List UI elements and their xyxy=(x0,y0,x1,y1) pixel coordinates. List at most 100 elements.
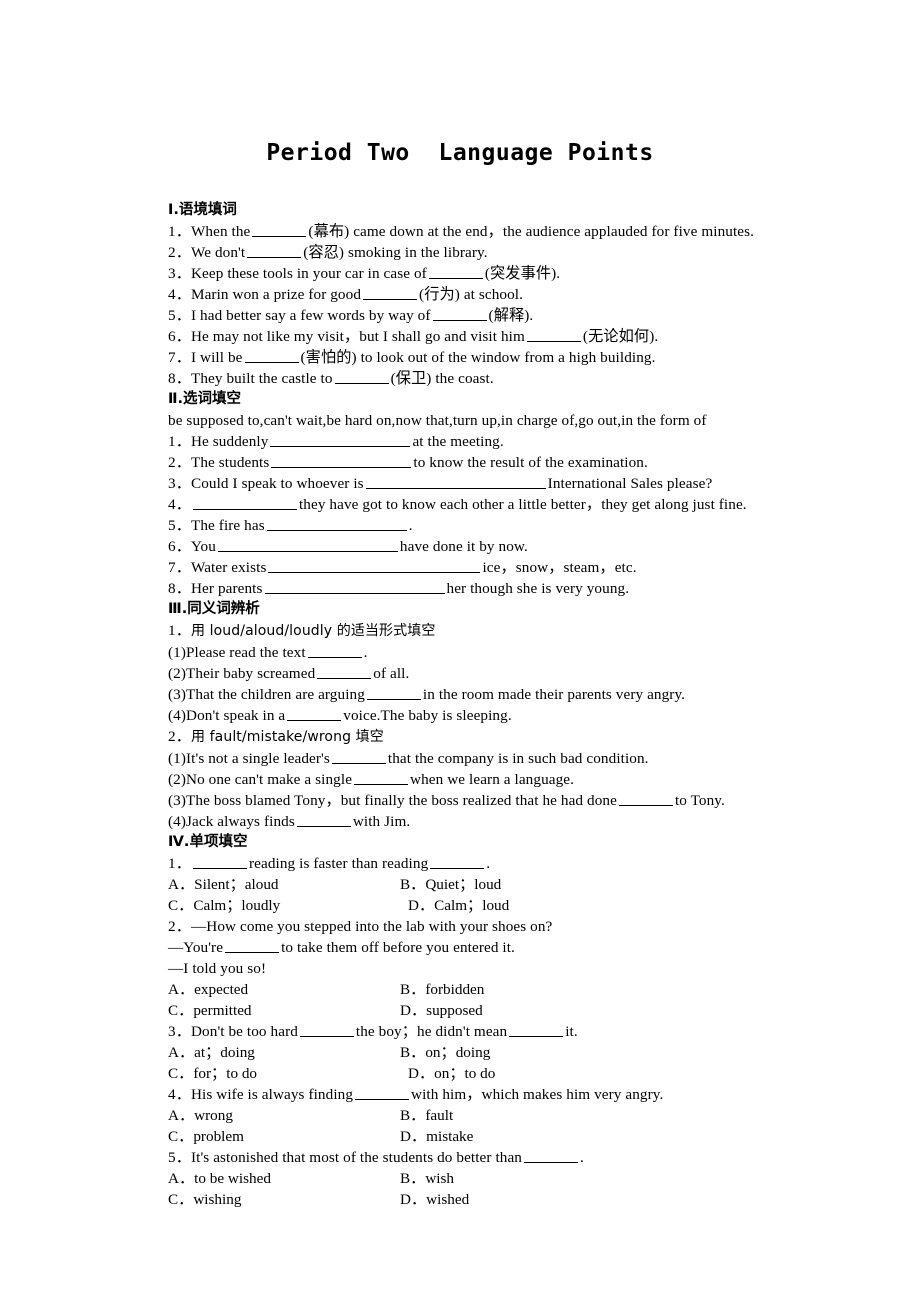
answer-blank[interactable] xyxy=(618,791,673,807)
answer-blank[interactable] xyxy=(271,453,412,469)
answer-blank[interactable] xyxy=(354,770,409,786)
answer-blank[interactable] xyxy=(363,285,418,301)
answer-blank[interactable] xyxy=(366,685,421,701)
mcq-option-b[interactable]: B．on；doing xyxy=(400,1042,490,1063)
mcq-option-a[interactable]: A．wrong xyxy=(168,1105,233,1126)
answer-blank[interactable] xyxy=(225,938,280,954)
answer-blank[interactable] xyxy=(192,854,247,870)
mcq-option-c[interactable]: C．for；to do xyxy=(168,1063,257,1084)
item-number: (2) xyxy=(168,771,187,788)
answer-blank[interactable] xyxy=(509,1022,564,1038)
mcq-option-d[interactable]: D．supposed xyxy=(400,1000,483,1021)
answer-blank[interactable] xyxy=(296,812,351,828)
mcq-option-a[interactable]: A．at；doing xyxy=(168,1042,255,1063)
question-item: 8．They built the castle to (保卫) the coast… xyxy=(168,368,768,389)
subsection-prompt: 1．用 loud/aloud/loudly 的适当形式填空 xyxy=(168,620,768,642)
answer-blank[interactable] xyxy=(247,243,302,259)
item-text-pre: He suddenly xyxy=(190,433,269,450)
item-text-post: voice.The baby is sleeping. xyxy=(343,707,512,724)
answer-blank[interactable] xyxy=(252,222,307,238)
answer-blank[interactable] xyxy=(192,495,297,511)
answer-blank[interactable] xyxy=(524,1148,579,1164)
mcq-option-c[interactable]: C．permitted xyxy=(168,1000,252,1021)
mcq-option-d[interactable]: D．Calm；loud xyxy=(408,895,509,916)
mcq-options-row: A．expected B．forbidden xyxy=(168,979,768,1000)
question-item: 8．Her parents her though she is very youn… xyxy=(168,578,768,599)
option-text: expected xyxy=(194,981,249,998)
answer-blank[interactable] xyxy=(331,749,386,765)
option-label: D． xyxy=(408,1065,435,1082)
option-text: problem xyxy=(193,1128,244,1145)
option-label: D． xyxy=(400,1191,427,1208)
mcq-option-b[interactable]: B．Quiet；loud xyxy=(400,874,501,895)
mcq-options-row: C．permitted D．supposed xyxy=(168,1000,768,1021)
mcq-option-d[interactable]: D．wished xyxy=(400,1189,469,1210)
mcq-option-b[interactable]: B．forbidden xyxy=(400,979,484,1000)
item-number: (1) xyxy=(168,750,187,767)
item-number: 3． xyxy=(168,265,191,282)
mcq-option-c[interactable]: C．problem xyxy=(168,1126,244,1147)
mcq-option-c[interactable]: C．Calm；loudly xyxy=(168,895,280,916)
item-text-post: . xyxy=(408,517,413,534)
option-label: A． xyxy=(168,1107,195,1124)
stem-pre: His wife is always finding xyxy=(190,1086,354,1103)
answer-blank[interactable] xyxy=(244,348,299,364)
answer-blank[interactable] xyxy=(217,537,398,553)
item-text-pre: Their baby screamed xyxy=(186,665,316,682)
item-text-post: (容忍) smoking in the library. xyxy=(303,244,488,261)
answer-blank[interactable] xyxy=(270,432,411,448)
item-number: 4． xyxy=(168,1086,191,1103)
mcq-option-a[interactable]: A．expected xyxy=(168,979,248,1000)
question-item: 2．We don't (容忍) smoking in the library. xyxy=(168,242,768,263)
mcq-option-a[interactable]: A．Silent；aloud xyxy=(168,874,279,895)
mcq-options-row: C．wishing D．wished xyxy=(168,1189,768,1210)
item-text-pre: I had better say a few words by way of xyxy=(190,307,431,324)
mcq-option-b[interactable]: B．wish xyxy=(400,1168,454,1189)
question-item: 5．The fire has. xyxy=(168,515,768,536)
item-number: 4． xyxy=(168,286,191,303)
answer-blank[interactable] xyxy=(268,558,481,574)
answer-blank[interactable] xyxy=(334,369,389,385)
answer-blank[interactable] xyxy=(299,1022,354,1038)
question-item: 1．When the (幕布) came down at the end，the … xyxy=(168,221,768,242)
item-number: 1． xyxy=(168,855,191,872)
item-text-pre: We don't xyxy=(190,244,246,261)
mcq-stem: 5．It's astonished that most of the stude… xyxy=(168,1147,768,1168)
question-item: (2)No one can't make a single when we lea… xyxy=(168,769,768,790)
answer-blank[interactable] xyxy=(430,854,485,870)
item-number: 8． xyxy=(168,370,191,387)
option-text: forbidden xyxy=(425,981,485,998)
mcq-option-d[interactable]: D．mistake xyxy=(400,1126,473,1147)
mcq-stem: 2．—How come you stepped into the lab wit… xyxy=(168,916,768,937)
question-item: (4)Don't speak in a voice.The baby is sle… xyxy=(168,705,768,726)
mcq-option-c[interactable]: C．wishing xyxy=(168,1189,241,1210)
dialogue-post: to take them off before you entered it. xyxy=(281,939,515,956)
item-text-post: . xyxy=(363,644,368,661)
stem-text: . xyxy=(580,1149,584,1166)
answer-blank[interactable] xyxy=(355,1085,410,1101)
page-title: Period Two Language Points xyxy=(266,140,654,166)
answer-blank[interactable] xyxy=(526,327,581,343)
item-number: 2． xyxy=(168,454,191,471)
answer-blank[interactable] xyxy=(287,706,342,722)
mcq-option-b[interactable]: B．fault xyxy=(400,1105,453,1126)
option-label: A． xyxy=(168,1044,195,1061)
answer-blank[interactable] xyxy=(428,264,483,280)
option-text: wrong xyxy=(194,1107,233,1124)
answer-blank[interactable] xyxy=(432,306,487,322)
question-item: 4．Marin won a prize for good (行为) at scho… xyxy=(168,284,768,305)
item-text-pre: Could I speak to whoever is xyxy=(190,475,364,492)
answer-blank[interactable] xyxy=(307,643,362,659)
prompt-number: 2． xyxy=(168,728,191,745)
mcq-options-row: C．Calm；loudly D．Calm；loud xyxy=(168,895,768,916)
answer-blank[interactable] xyxy=(317,664,372,680)
mcq-option-a[interactable]: A．to be wished xyxy=(168,1168,271,1189)
mcq-option-d[interactable]: D．on；to do xyxy=(408,1063,495,1084)
item-number: 1． xyxy=(168,223,191,240)
prompt-text: 用 loud/aloud/loudly 的适当形式填空 xyxy=(190,623,436,639)
answer-blank[interactable] xyxy=(266,516,407,532)
mcq-stem: 3．Don't be too hard the boy；he didn't mea… xyxy=(168,1021,768,1042)
dialogue-line-1: —How come you stepped into the lab with … xyxy=(190,918,553,935)
answer-blank[interactable] xyxy=(264,579,445,595)
answer-blank[interactable] xyxy=(365,474,546,490)
